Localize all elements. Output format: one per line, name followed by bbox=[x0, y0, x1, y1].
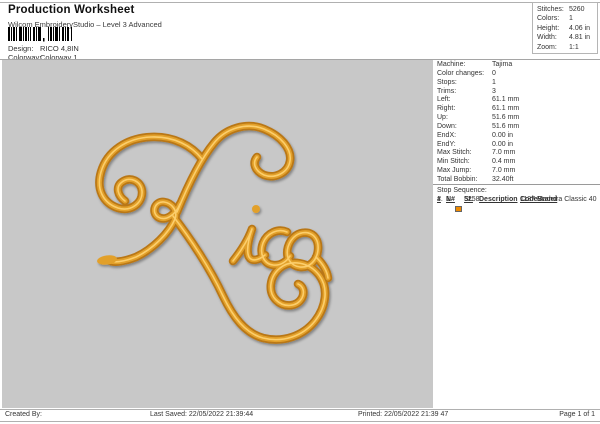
machine-row: Left: 61.1 mm bbox=[437, 96, 520, 104]
production-worksheet-page: Production Worksheet Wilcom EmbroiderySt… bbox=[0, 0, 600, 424]
summary-row-height: Height: 4.06 in bbox=[537, 24, 591, 32]
created-by-label: Created By: bbox=[5, 411, 42, 418]
machine-row: Stops: 1 bbox=[437, 78, 496, 86]
barcode-icon bbox=[8, 27, 72, 42]
top-rule bbox=[0, 2, 600, 3]
machine-row: Max Stitch: 7.0 mm bbox=[437, 149, 516, 157]
machine-row: EndY: 0.00 in bbox=[437, 140, 514, 148]
machine-row: Color changes: 0 bbox=[437, 69, 496, 77]
design-summary-box: Stitches: 5260 Colors: 1 Height: 4.06 in Wi… bbox=[532, 2, 598, 54]
machine-row: Max Jump: 7.0 mm bbox=[437, 167, 516, 175]
machine-details-panel: Machine: Tajima Color changes: 0 Stops: 1 T… bbox=[437, 61, 599, 185]
machine-row: Machine: Tajima bbox=[437, 61, 513, 68]
machine-row: Right: 61.1 mm bbox=[437, 105, 520, 113]
i-dot bbox=[252, 205, 260, 213]
machine-row: Trims: 3 bbox=[437, 87, 496, 95]
thread-color-swatch bbox=[455, 205, 462, 212]
machine-row: EndX: 0.00 in bbox=[437, 131, 514, 139]
page-title: Production Worksheet bbox=[8, 4, 135, 16]
footer-bottom-rule bbox=[0, 420, 600, 422]
machine-row: Min Stitch: 0.4 mm bbox=[437, 158, 516, 166]
stop-sequence-rule bbox=[433, 184, 600, 185]
design-preview-canvas bbox=[2, 60, 433, 408]
summary-row-stitches: Stitches: 5260 bbox=[537, 6, 585, 13]
summary-row-zoom: Zoom: 1:1 bbox=[537, 43, 579, 51]
stop-sequence-title: Stop Sequence: bbox=[437, 187, 487, 194]
machine-row: Down: 51.6 mm bbox=[437, 122, 520, 130]
footer-top-rule bbox=[0, 408, 600, 410]
summary-row-width: Width: 4.81 in bbox=[537, 34, 591, 42]
machine-row: Up: 51.6 mm bbox=[437, 114, 520, 122]
page-number-label: Page 1 of 1 bbox=[559, 411, 595, 418]
rico-embroidery-design bbox=[95, 121, 333, 344]
printed-label: Printed: 22/05/2022 21:39 47 bbox=[358, 411, 449, 418]
summary-row-colors: Colors: 1 bbox=[537, 15, 573, 23]
last-saved-label: Last Saved: 22/05/2022 21:39:44 bbox=[150, 411, 254, 418]
